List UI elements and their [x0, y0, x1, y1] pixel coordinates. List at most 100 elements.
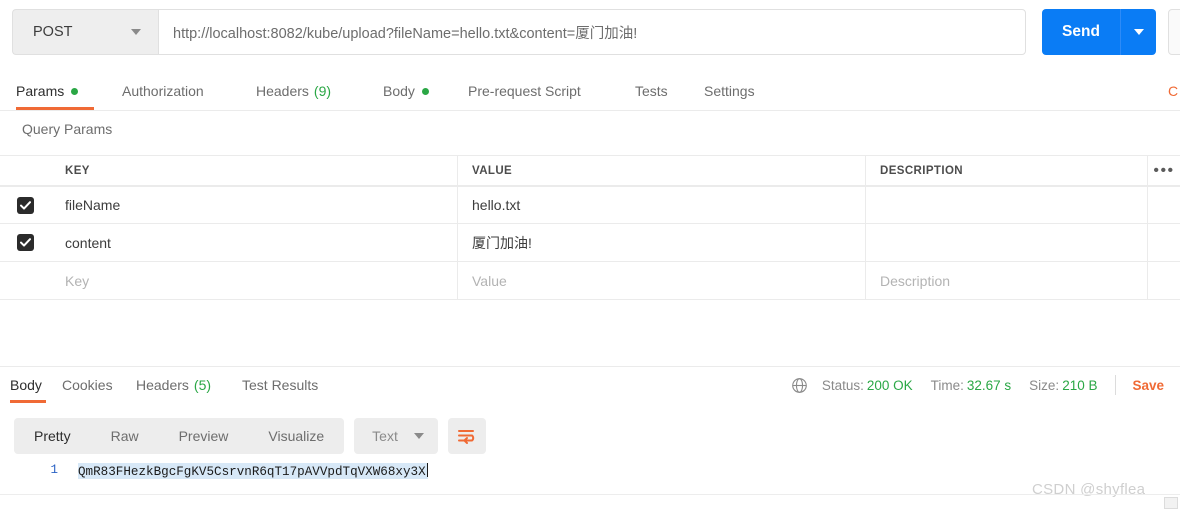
- row-description-cell[interactable]: Description: [866, 262, 1148, 299]
- size-badge: Size: 210 B: [1029, 378, 1097, 393]
- table-row[interactable]: Key Value Description: [0, 262, 1180, 300]
- row-key-cell[interactable]: fileName: [50, 187, 458, 223]
- format-tab-pretty[interactable]: Pretty: [14, 418, 91, 454]
- format-tab-visualize[interactable]: Visualize: [248, 418, 344, 454]
- tab-pre-request-script[interactable]: Pre-request Script: [468, 72, 605, 110]
- tab-label: Params: [16, 83, 65, 99]
- row-key: fileName: [65, 197, 121, 213]
- url-input[interactable]: http://localhost:8082/kube/upload?fileNa…: [158, 9, 1026, 55]
- format-tab-label: Pretty: [34, 428, 71, 444]
- save-request-button-edge[interactable]: [1168, 9, 1180, 55]
- header-checkbox-cell: [0, 156, 50, 185]
- response-body-editor[interactable]: 1 QmR83FHezkBgcFgKV5CsrvnR6qT17pAVVpdTqV…: [0, 463, 1180, 493]
- table-row[interactable]: content 厦门加油!: [0, 224, 1180, 262]
- row-value: 厦门加油!: [472, 234, 532, 251]
- response-tab-label: Test Results: [242, 377, 319, 393]
- format-tab-label: Preview: [178, 428, 229, 444]
- unsaved-dot-icon: [71, 87, 79, 95]
- tab-authorization[interactable]: Authorization: [122, 72, 224, 110]
- tab-params[interactable]: Params: [16, 72, 94, 110]
- query-params-title: Query Params: [22, 121, 113, 137]
- send-button-label: Send: [1062, 23, 1100, 40]
- row-checkbox[interactable]: [16, 196, 34, 214]
- tab-label: Authorization: [122, 83, 204, 99]
- status-badge: Status: 200 OK: [822, 378, 913, 393]
- row-actions-cell: [1148, 187, 1180, 223]
- query-params-table: KEY VALUE DESCRIPTION ••• fileName hello.…: [0, 155, 1180, 300]
- row-value: hello.txt: [472, 197, 521, 213]
- globe-icon: [791, 377, 807, 393]
- active-tab-underline: [10, 400, 46, 403]
- horizontal-scrollbar[interactable]: [1164, 497, 1178, 509]
- tab-body[interactable]: Body: [383, 72, 438, 110]
- tab-headers[interactable]: Headers (9): [256, 72, 343, 110]
- row-key: content: [65, 234, 111, 251]
- response-tab-cookies[interactable]: Cookies: [62, 367, 119, 403]
- row-checkbox[interactable]: [16, 234, 34, 251]
- status-label: Status:: [821, 377, 864, 393]
- row-checkbox-cell: [0, 262, 50, 299]
- chevron-down-icon: [131, 29, 141, 35]
- row-key: Key: [65, 272, 90, 289]
- format-type-label: Text: [372, 428, 398, 444]
- format-tab-raw[interactable]: Raw: [91, 418, 159, 454]
- row-description-cell[interactable]: [866, 187, 1148, 223]
- row-description: Description: [880, 272, 951, 289]
- row-value-cell[interactable]: Value: [458, 262, 866, 299]
- tab-tests[interactable]: Tests: [635, 72, 674, 110]
- response-tab-headers[interactable]: Headers (5): [136, 367, 223, 403]
- row-checkbox-cell: [0, 224, 50, 261]
- status-value: 200 OK: [866, 377, 913, 393]
- time-badge: Time: 32.67 s: [931, 378, 1012, 393]
- response-tab-test-results[interactable]: Test Results: [242, 367, 340, 403]
- row-value-cell[interactable]: 厦门加油!: [458, 224, 866, 261]
- size-value: 210 B: [1062, 377, 1098, 393]
- response-tab-body[interactable]: Body: [10, 367, 46, 403]
- http-method-label: POST: [33, 24, 73, 40]
- row-actions-cell: [1148, 224, 1180, 261]
- table-header-row: KEY VALUE DESCRIPTION •••: [0, 155, 1180, 186]
- tab-label: Pre-request Script: [468, 83, 581, 99]
- tab-label: Settings: [704, 83, 755, 99]
- row-value-cell[interactable]: hello.txt: [458, 187, 866, 223]
- word-wrap-icon: [458, 429, 475, 444]
- format-tab-group: Pretty Raw Preview Visualize: [14, 418, 345, 454]
- url-bar: POST http://localhost:8082/kube/upload?f…: [0, 0, 1180, 64]
- tab-count: (9): [313, 83, 332, 99]
- row-checkbox-cell: [0, 187, 50, 223]
- column-header-value: VALUE: [472, 164, 513, 177]
- time-label: Time:: [930, 377, 964, 393]
- url-value: http://localhost:8082/kube/upload?fileNa…: [173, 25, 638, 42]
- response-tab-label: Body: [10, 377, 42, 393]
- meta-divider: [1115, 375, 1117, 395]
- response-tab-label: Headers: [136, 377, 189, 393]
- format-tab-label: Visualize: [268, 428, 325, 444]
- time-value: 32.67 s: [966, 377, 1012, 393]
- row-key-cell[interactable]: Key: [50, 262, 458, 299]
- tab-settings[interactable]: Settings: [704, 72, 771, 110]
- chevron-down-icon: [1133, 29, 1144, 35]
- response-tab-label: Cookies: [62, 377, 113, 393]
- word-wrap-button[interactable]: [447, 418, 486, 454]
- response-body-text: QmR83FHezkBgcFgKV5CsrvnR6qT17pAVVpdTqVXW…: [78, 465, 426, 479]
- send-options-button[interactable]: [1120, 9, 1156, 55]
- format-tab-preview[interactable]: Preview: [159, 418, 249, 454]
- save-response-link[interactable]: Save: [1132, 378, 1164, 393]
- ellipsis-icon[interactable]: •••: [1153, 162, 1174, 178]
- format-tab-label: Raw: [110, 428, 139, 444]
- row-value: Value: [472, 272, 507, 289]
- line-number: 1: [50, 463, 58, 477]
- response-tab-count: (5): [193, 377, 212, 393]
- unsaved-dot-icon: [421, 87, 429, 95]
- table-row[interactable]: fileName hello.txt: [0, 186, 1180, 224]
- row-description-cell[interactable]: [866, 224, 1148, 261]
- response-meta: Status: 200 OK Time: 32.67 s Size: 210 B Sa…: [791, 367, 1164, 403]
- http-method-selector[interactable]: POST: [12, 9, 158, 55]
- format-type-select[interactable]: Text: [354, 418, 438, 454]
- row-key-cell[interactable]: content: [50, 224, 458, 261]
- tab-cookies-partial[interactable]: C: [1168, 72, 1180, 110]
- tab-label: Headers: [256, 83, 309, 99]
- column-header-key: KEY: [65, 164, 90, 177]
- send-button[interactable]: Send: [1042, 9, 1120, 55]
- column-header-description: DESCRIPTION: [880, 164, 963, 177]
